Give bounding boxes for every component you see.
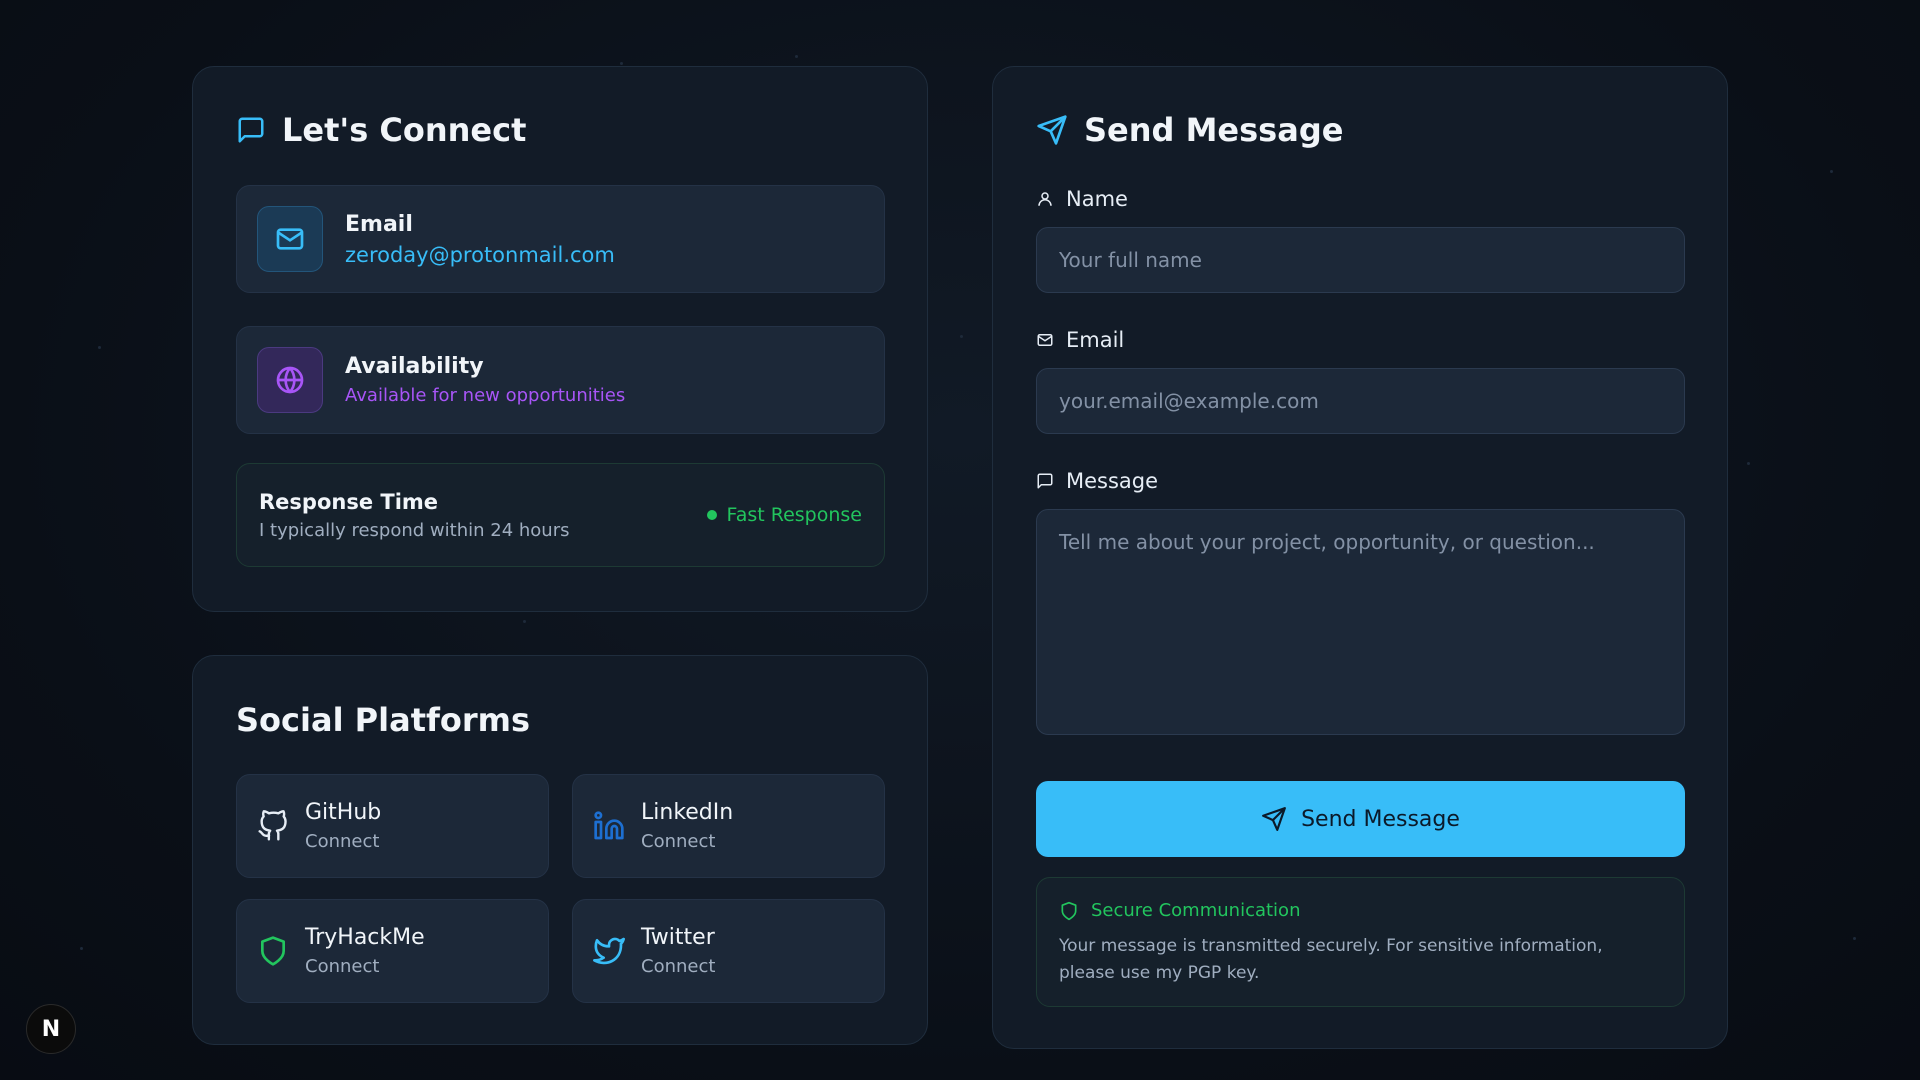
email-icon-box bbox=[257, 206, 323, 272]
form-title: Send Message bbox=[1036, 111, 1343, 149]
social-title: Social Platforms bbox=[236, 701, 531, 739]
response-subtitle: I typically respond within 24 hours bbox=[259, 519, 570, 541]
send-icon bbox=[1262, 807, 1286, 831]
secure-title: Secure Communication bbox=[1059, 900, 1662, 921]
connect-title-text: Let's Connect bbox=[282, 111, 527, 149]
background-star bbox=[98, 346, 101, 349]
user-icon bbox=[1038, 192, 1052, 206]
background-star bbox=[523, 620, 526, 623]
response-title: Response Time bbox=[259, 489, 439, 514]
name-label-text: Name bbox=[1066, 187, 1128, 211]
email-label-text: Email bbox=[1066, 328, 1125, 352]
email-row[interactable]: Email zeroday@protonmail.com bbox=[236, 185, 885, 293]
email-input[interactable] bbox=[1036, 368, 1685, 434]
social-name: TryHackMe bbox=[305, 925, 425, 950]
dev-indicator-button[interactable]: N bbox=[26, 1004, 76, 1054]
background-star bbox=[80, 947, 83, 950]
github-icon bbox=[258, 810, 287, 841]
globe-icon bbox=[276, 366, 304, 394]
mail-icon bbox=[276, 228, 304, 250]
background-star bbox=[1747, 462, 1750, 465]
name-label: Name bbox=[1036, 187, 1128, 211]
connect-card: Let's Connect Email zeroday@protonmail.c… bbox=[192, 66, 928, 612]
shield-icon bbox=[261, 936, 285, 966]
email-link[interactable]: zeroday@protonmail.com bbox=[345, 243, 615, 267]
background-star bbox=[1853, 937, 1856, 940]
form-title-text: Send Message bbox=[1084, 111, 1344, 149]
shield-icon bbox=[1061, 901, 1077, 920]
social-name: Twitter bbox=[641, 925, 715, 950]
email-field-label: Email bbox=[1036, 328, 1124, 352]
social-action: Connect bbox=[641, 956, 716, 977]
secure-body: Your message is transmitted securely. Fo… bbox=[1059, 936, 1603, 983]
background-star bbox=[1830, 170, 1833, 173]
social-name: GitHub bbox=[305, 800, 382, 825]
social-card: Social Platforms GitHub Connect LinkedIn… bbox=[192, 655, 928, 1045]
send-message-card: Send Message Name Email Message Send Mes… bbox=[992, 66, 1728, 1049]
message-square-icon bbox=[1037, 473, 1053, 489]
email-label: Email bbox=[345, 211, 413, 237]
secure-communication-note: Secure Communication Your message is tra… bbox=[1036, 877, 1685, 1007]
fast-response-text: Fast Response bbox=[726, 504, 862, 526]
social-action: Connect bbox=[305, 831, 380, 852]
message-square-icon bbox=[238, 117, 264, 143]
social-tryhackme[interactable]: TryHackMe Connect bbox=[236, 899, 549, 1003]
social-name: LinkedIn bbox=[641, 800, 734, 825]
message-label-text: Message bbox=[1066, 469, 1159, 493]
message-textarea[interactable] bbox=[1036, 509, 1685, 735]
availability-value: Available for new opportunities bbox=[345, 385, 626, 406]
availability-row: Availability Available for new opportuni… bbox=[236, 326, 885, 434]
availability-icon-box bbox=[257, 347, 323, 413]
background-star bbox=[620, 62, 623, 65]
send-icon bbox=[1037, 115, 1067, 145]
message-label: Message bbox=[1036, 469, 1158, 493]
linkedin-icon bbox=[594, 811, 624, 840]
social-twitter[interactable]: Twitter Connect bbox=[572, 899, 885, 1003]
twitter-icon bbox=[593, 937, 625, 965]
fast-response-badge: Fast Response bbox=[706, 504, 862, 526]
background-star bbox=[960, 335, 963, 338]
connect-title: Let's Connect bbox=[236, 111, 526, 149]
social-github[interactable]: GitHub Connect bbox=[236, 774, 549, 878]
social-action: Connect bbox=[641, 831, 716, 852]
social-action: Connect bbox=[305, 956, 380, 977]
availability-label: Availability bbox=[345, 354, 484, 379]
name-input[interactable] bbox=[1036, 227, 1685, 293]
response-time-row: Response Time I typically respond within… bbox=[236, 463, 885, 567]
background-star bbox=[795, 55, 798, 58]
status-dot bbox=[706, 510, 717, 520]
mail-icon bbox=[1037, 334, 1053, 346]
send-button-label: Send Message bbox=[1301, 806, 1460, 832]
send-message-button[interactable]: Send Message bbox=[1036, 781, 1685, 857]
social-linkedin[interactable]: LinkedIn Connect bbox=[572, 774, 885, 878]
secure-title-text: Secure Communication bbox=[1091, 900, 1301, 921]
